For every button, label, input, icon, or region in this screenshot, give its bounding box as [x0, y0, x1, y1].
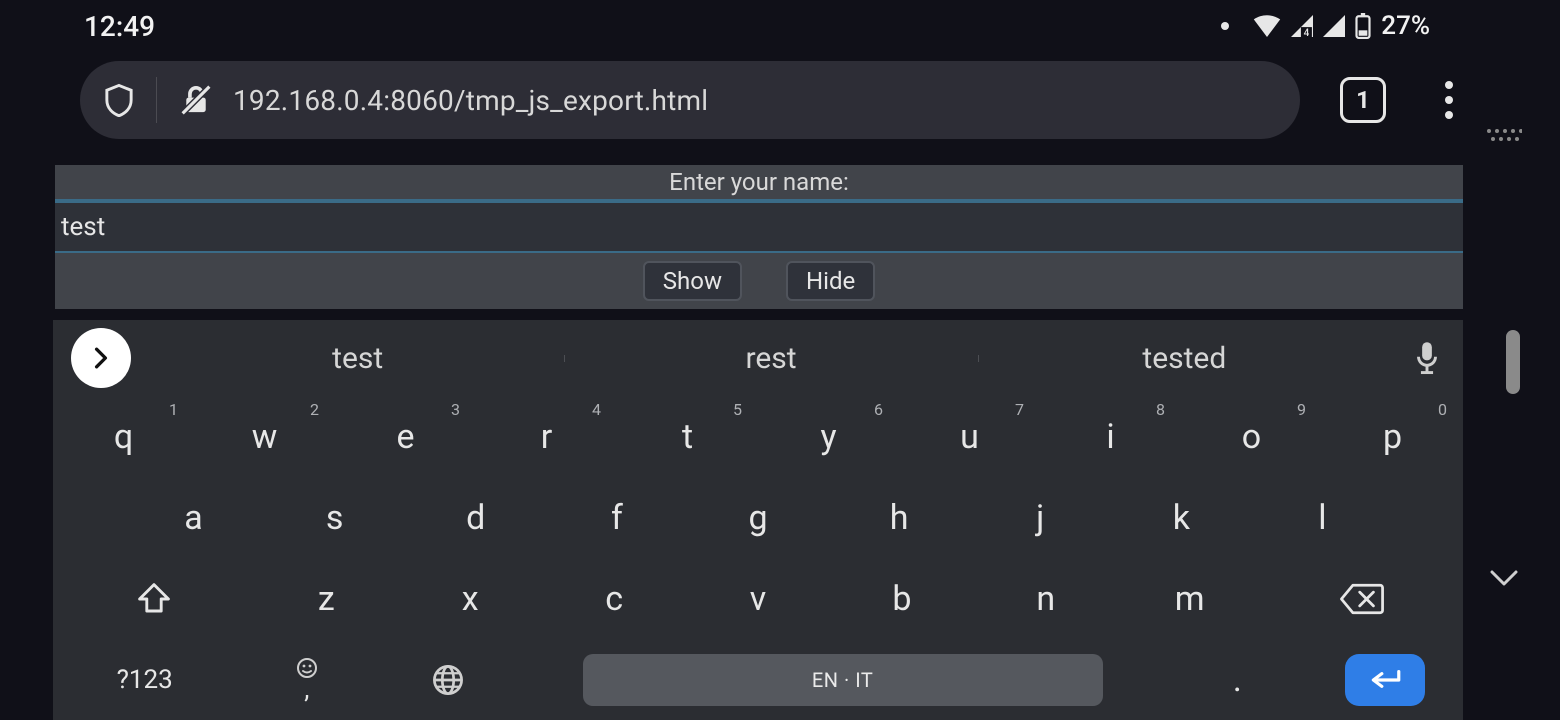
- suggestion-3[interactable]: tested: [978, 341, 1391, 376]
- key-k[interactable]: k: [1111, 477, 1252, 558]
- space-label: EN · IT: [812, 668, 873, 692]
- key-u[interactable]: u7: [899, 396, 1040, 477]
- key-t[interactable]: t5: [617, 396, 758, 477]
- key-b[interactable]: b: [830, 558, 974, 639]
- key-p[interactable]: p0: [1322, 396, 1463, 477]
- menu-button[interactable]: [1434, 81, 1464, 119]
- button-row: Show Hide: [55, 253, 1463, 309]
- key-row-1: q1w2e3r4t5y6u7i8o9p0: [53, 396, 1463, 477]
- key-row-3: zxcvbnm: [53, 558, 1463, 639]
- hide-button[interactable]: Hide: [786, 261, 875, 301]
- key-q[interactable]: q1: [53, 396, 194, 477]
- key-w[interactable]: w2: [194, 396, 335, 477]
- https-off-icon[interactable]: [179, 83, 213, 117]
- name-input[interactable]: [61, 203, 1457, 251]
- emoji-comma-key[interactable]: ,: [236, 639, 377, 720]
- key-x[interactable]: x: [398, 558, 542, 639]
- address-bar[interactable]: 192.168.0.4:8060/tmp_js_export.html: [80, 61, 1300, 139]
- key-r[interactable]: r4: [476, 396, 617, 477]
- key-d[interactable]: d: [405, 477, 546, 558]
- shift-key[interactable]: [53, 558, 254, 639]
- key-c[interactable]: c: [542, 558, 686, 639]
- key-o[interactable]: o9: [1181, 396, 1322, 477]
- keyboard-toggle-icon[interactable]: [1486, 128, 1522, 152]
- form-label: Enter your name:: [55, 165, 1463, 201]
- expand-suggestions-button[interactable]: [71, 328, 131, 388]
- key-y[interactable]: y6: [758, 396, 899, 477]
- screen: 12:49 4 27%: [0, 0, 1560, 720]
- key-row-4: ?123 , EN · IT .: [53, 639, 1463, 720]
- symbols-key[interactable]: ?123: [53, 639, 236, 720]
- backspace-key[interactable]: [1262, 558, 1463, 639]
- page-content: Enter your name: Show Hide: [55, 165, 1463, 309]
- separator: [156, 77, 157, 123]
- status-right: 4 27%: [1221, 11, 1430, 41]
- key-z[interactable]: z: [254, 558, 398, 639]
- signal-icon: 4: [1291, 15, 1313, 37]
- browser-toolbar: 192.168.0.4:8060/tmp_js_export.html 1: [0, 52, 1560, 148]
- suggestion-1[interactable]: test: [151, 341, 564, 376]
- suggestion-2[interactable]: rest: [564, 341, 977, 376]
- clock: 12:49: [0, 10, 155, 43]
- on-screen-keyboard: test rest tested q1w2e3r4t5y6u7i8o9p0 as…: [53, 320, 1463, 720]
- key-s[interactable]: s: [264, 477, 405, 558]
- suggestion-row: test rest tested: [53, 320, 1463, 396]
- battery-icon: [1355, 13, 1371, 39]
- key-a[interactable]: a: [123, 477, 264, 558]
- key-h[interactable]: h: [829, 477, 970, 558]
- enter-key[interactable]: [1308, 639, 1463, 720]
- space-key[interactable]: EN · IT: [518, 639, 1167, 720]
- key-n[interactable]: n: [974, 558, 1118, 639]
- chevron-down-icon[interactable]: [1490, 570, 1518, 588]
- status-bar: 12:49 4 27%: [0, 0, 1560, 52]
- tab-count-button[interactable]: 1: [1340, 77, 1386, 123]
- key-f[interactable]: f: [546, 477, 687, 558]
- key-row-2: asdfghjkl: [53, 477, 1463, 558]
- key-e[interactable]: e3: [335, 396, 476, 477]
- scrollbar-thumb[interactable]: [1506, 330, 1520, 394]
- period-key[interactable]: .: [1167, 639, 1308, 720]
- name-input-wrapper: [55, 201, 1463, 253]
- signal2-icon: [1323, 15, 1345, 37]
- suggestions: test rest tested: [151, 341, 1391, 376]
- key-l[interactable]: l: [1252, 477, 1393, 558]
- shield-icon[interactable]: [104, 83, 134, 117]
- key-j[interactable]: j: [970, 477, 1111, 558]
- notification-dot-icon: [1221, 22, 1229, 30]
- key-v[interactable]: v: [686, 558, 830, 639]
- language-key[interactable]: [377, 639, 518, 720]
- mic-button[interactable]: [1391, 341, 1463, 375]
- comma-label: ,: [304, 679, 309, 702]
- wifi-icon: [1253, 15, 1281, 37]
- show-button[interactable]: Show: [643, 261, 742, 301]
- key-m[interactable]: m: [1118, 558, 1262, 639]
- key-i[interactable]: i8: [1040, 396, 1181, 477]
- battery-text: 27%: [1381, 11, 1430, 41]
- tab-count-value: 1: [1356, 86, 1370, 114]
- url-text: 192.168.0.4:8060/tmp_js_export.html: [233, 84, 708, 117]
- key-g[interactable]: g: [687, 477, 828, 558]
- svg-text:4: 4: [1304, 28, 1310, 37]
